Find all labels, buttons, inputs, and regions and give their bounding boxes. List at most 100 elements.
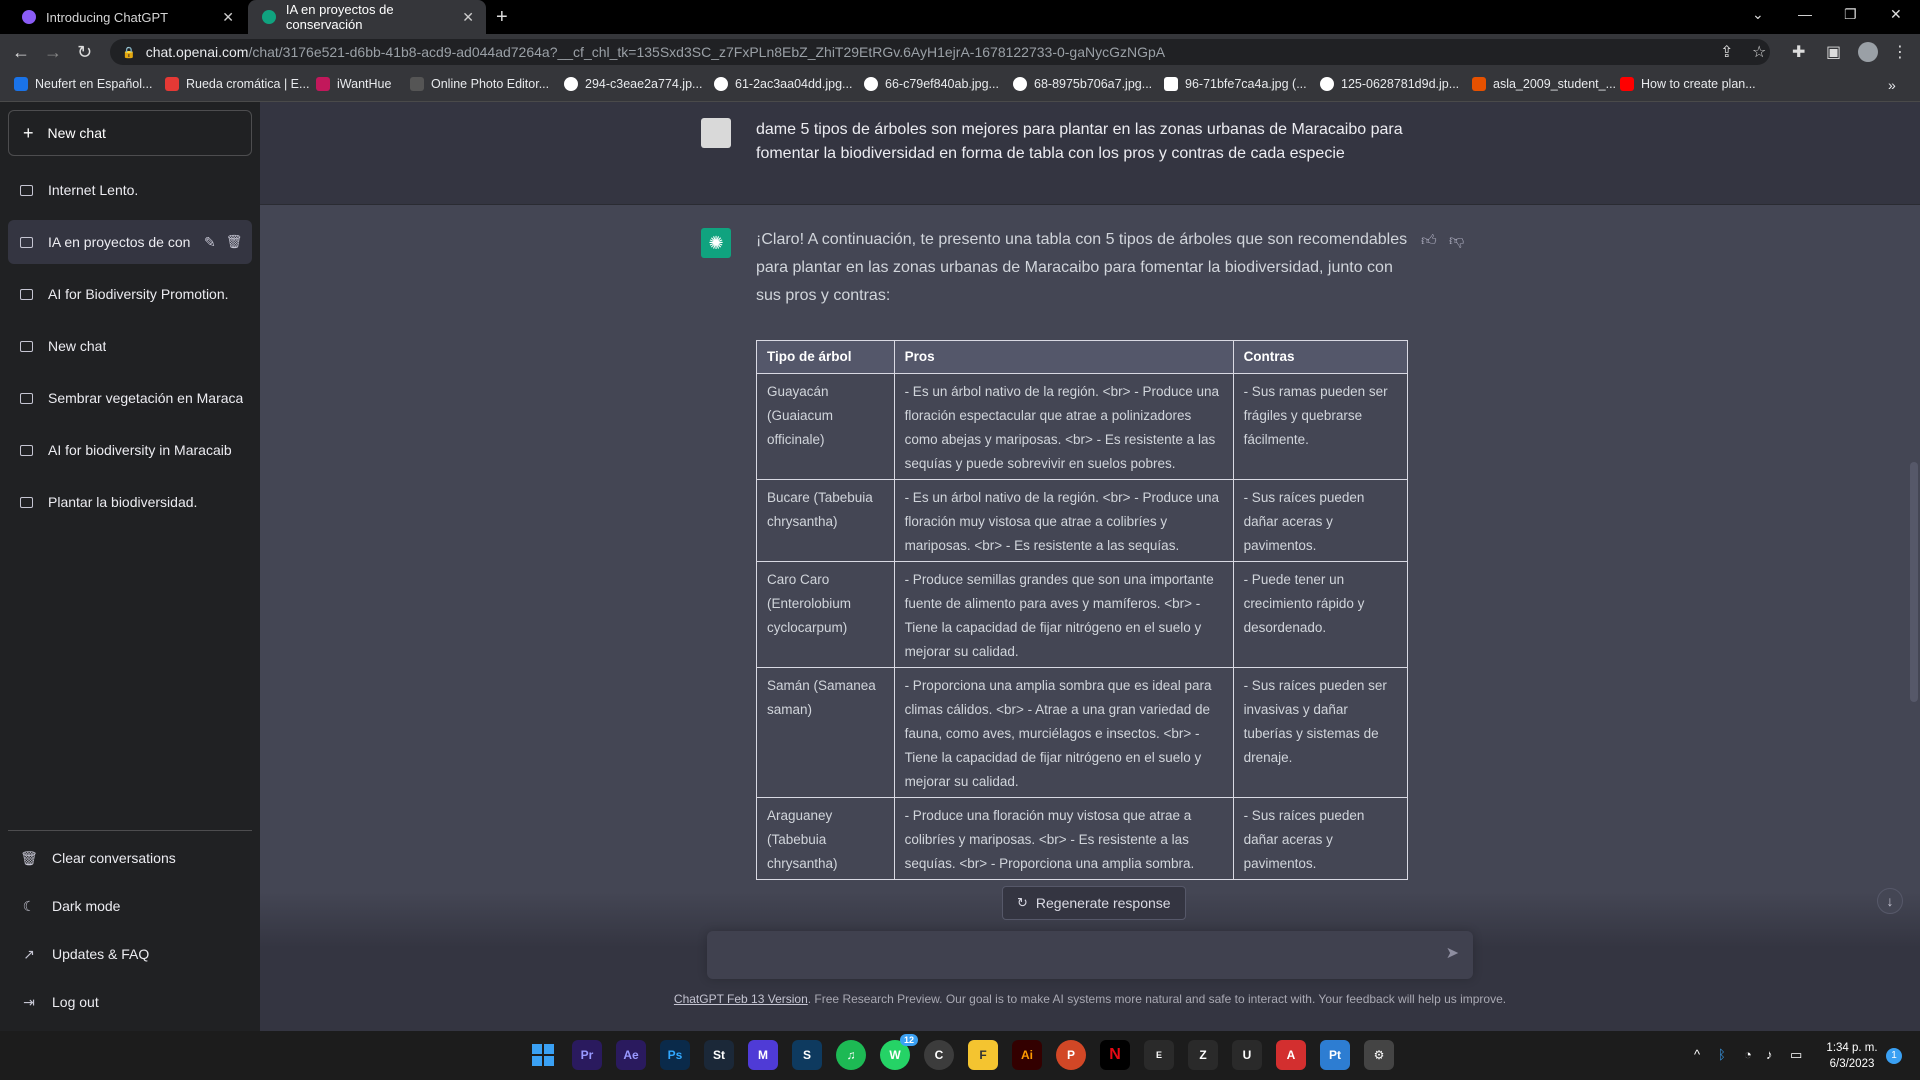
back-icon[interactable]: ←: [12, 42, 30, 63]
bookmark-item[interactable]: 61-2ac3aa04dd.jpg...: [714, 77, 852, 91]
trash-icon[interactable]: 🗑: [226, 234, 243, 250]
bookmark-item[interactable]: iWantHue: [316, 77, 391, 91]
reload-icon[interactable]: ↻: [77, 42, 92, 63]
bookmarks-overflow-icon[interactable]: »: [1888, 77, 1896, 93]
table-cell: Araguaney (Tabebuia chrysantha): [756, 797, 895, 880]
sidebar-conversation[interactable]: Sembrar vegetación en Maraca: [8, 376, 252, 420]
sidebar-conversation-active[interactable]: IA en proyectos de con ✎ 🗑: [8, 220, 252, 264]
sidebar-conversation[interactable]: Internet Lento.: [8, 168, 252, 212]
log-out-button[interactable]: ⇥ Log out: [8, 980, 252, 1024]
share-icon[interactable]: ⇪: [1720, 42, 1733, 62]
menu-kebab-icon[interactable]: ⋮: [1892, 42, 1908, 62]
browser-tab[interactable]: Introducing ChatGPT ✕: [8, 0, 246, 34]
steam-icon[interactable]: St: [704, 1040, 734, 1070]
tab-title: IA en proyectos de conservación: [285, 2, 394, 32]
app-icon[interactable]: S: [792, 1040, 822, 1070]
whatsapp-icon[interactable]: W 12: [880, 1034, 918, 1070]
powerpoint-icon[interactable]: P: [1056, 1040, 1086, 1070]
message-input[interactable]: ➤: [707, 931, 1473, 979]
clock-time: 1:34 p. m.: [1826, 1042, 1878, 1054]
table-header-cell: Tipo de árbol: [756, 340, 895, 374]
bookmark-item[interactable]: 125-0628781d9d.jp...: [1320, 77, 1459, 91]
scrollbar[interactable]: [1910, 462, 1918, 702]
tray-overflow-icon[interactable]: ^: [1694, 1047, 1700, 1062]
forward-icon[interactable]: →: [44, 42, 62, 63]
new-chat-button[interactable]: + New chat: [8, 110, 252, 156]
table-cell: Bucare (Tabebuia chrysantha): [756, 479, 895, 562]
after-effects-icon[interactable]: Ae: [616, 1040, 646, 1070]
bookmark-star-icon[interactable]: ☆: [1752, 42, 1766, 62]
new-tab-icon[interactable]: +: [496, 6, 508, 29]
minimize-icon[interactable]: —: [1798, 6, 1812, 22]
sidebar-conversation[interactable]: AI for biodiversity in Maracaib: [8, 428, 252, 472]
bluetooth-icon[interactable]: ᛒ: [1718, 1047, 1726, 1062]
send-icon[interactable]: ➤: [1446, 943, 1459, 963]
sidebar-divider: [8, 830, 252, 831]
address-bar[interactable]: 🔒 chat.openai.com /chat/3176e521-d6bb-41…: [110, 39, 1770, 65]
notification-count-badge[interactable]: 1: [1886, 1048, 1902, 1064]
sidebar-conversation[interactable]: Plantar la biodiversidad.: [8, 480, 252, 524]
chat-bubble-icon: [20, 184, 33, 196]
refresh-icon: ↻: [1017, 895, 1028, 910]
url-host: chat.openai.com: [145, 44, 249, 60]
clear-conversations-button[interactable]: 🗑 Clear conversations: [8, 836, 252, 880]
table-cell: - Sus ramas pueden ser frágiles y quebra…: [1232, 373, 1409, 480]
settings-gear-icon[interactable]: ⚙: [1364, 1040, 1394, 1070]
wifi-icon[interactable]: ◔: [1744, 1047, 1752, 1062]
spotify-icon[interactable]: ♫: [836, 1040, 866, 1070]
bookmark-item[interactable]: Rueda cromática | E...: [165, 77, 309, 91]
bookmark-item[interactable]: 294-c3eae2a774.jp...: [564, 77, 702, 91]
app-icon[interactable]: M: [748, 1040, 778, 1070]
dark-mode-button[interactable]: ☾ Dark mode: [8, 884, 252, 928]
regenerate-response-button[interactable]: ↻ Regenerate response: [1002, 886, 1186, 920]
file-explorer-icon[interactable]: F: [968, 1040, 998, 1070]
tab-search-icon[interactable]: ⌄: [1752, 6, 1764, 23]
bookmark-item[interactable]: 68-8975b706a7.jpg...: [1013, 77, 1152, 91]
close-tab-icon[interactable]: ✕: [462, 9, 474, 26]
bookmark-item[interactable]: Neufert en Español...: [14, 77, 152, 91]
netflix-icon[interactable]: N: [1100, 1040, 1130, 1070]
table-row: Samán (Samanea saman) - Proporciona una …: [756, 667, 1409, 798]
unity-icon[interactable]: U: [1232, 1040, 1262, 1070]
restore-icon[interactable]: ❐: [1844, 6, 1857, 23]
battery-icon[interactable]: ▭: [1790, 1047, 1802, 1063]
bookmark-item[interactable]: Online Photo Editor...: [410, 77, 549, 91]
table-header-row: Tipo de árbol Pros Contras: [756, 340, 1409, 374]
side-panel-icon[interactable]: ▣: [1826, 42, 1841, 62]
thumbs-down-icon[interactable]: 👎︎: [1449, 232, 1464, 250]
system-clock[interactable]: 1:34 p. m. 6/3/2023: [1822, 1040, 1882, 1072]
photoshop-icon[interactable]: Ps: [660, 1040, 690, 1070]
edit-pencil-icon[interactable]: ✎: [204, 234, 216, 251]
browser-tab-active[interactable]: IA en proyectos de conservación ✕: [248, 0, 486, 34]
extensions-icon[interactable]: ✚: [1792, 42, 1805, 62]
bookmark-item[interactable]: asla_2009_student_...: [1472, 77, 1616, 91]
bookmark-item[interactable]: 96-71bfe7ca4a.jpg (...: [1164, 77, 1307, 91]
thumbs-up-icon[interactable]: 👍︎: [1421, 232, 1437, 250]
chrome-icon[interactable]: C: [924, 1040, 954, 1070]
epic-games-icon[interactable]: E: [1144, 1040, 1174, 1070]
updates-faq-link[interactable]: ↗ Updates & FAQ: [8, 932, 252, 976]
scroll-down-icon[interactable]: ↓: [1877, 888, 1903, 914]
sidebar-conversation[interactable]: AI for Biodiversity Promotion.: [8, 272, 252, 316]
illustrator-icon[interactable]: Ai: [1012, 1040, 1042, 1070]
acrobat-icon[interactable]: A: [1276, 1040, 1306, 1070]
close-window-icon[interactable]: ✕: [1890, 6, 1902, 23]
sidebar-conversation[interactable]: New chat: [8, 324, 252, 368]
close-tab-icon[interactable]: ✕: [222, 9, 234, 26]
windows-start-icon[interactable]: [528, 1040, 558, 1070]
plus-icon: +: [23, 122, 34, 143]
table-cell: Guayacán (Guaiacum officinale): [756, 373, 895, 480]
table-cell: Caro Caro (Enterolobium cyclocarpum): [756, 561, 895, 668]
chat-main: dame 5 tipos de árboles son mejores para…: [260, 102, 1920, 1031]
footer-text: . Free Research Preview. Our goal is to …: [807, 992, 1507, 1006]
app-icon[interactable]: Z: [1188, 1040, 1218, 1070]
bookmark-item[interactable]: 66-c79ef840ab.jpg...: [864, 77, 999, 91]
table-row: Caro Caro (Enterolobium cyclocarpum) - P…: [756, 561, 1409, 668]
volume-icon[interactable]: ♪: [1766, 1047, 1773, 1062]
notification-badge: 12: [899, 1034, 918, 1046]
profile-avatar[interactable]: [1858, 42, 1878, 62]
bookmark-item[interactable]: How to create plan...: [1620, 77, 1756, 91]
premiere-icon[interactable]: Pr: [572, 1040, 602, 1070]
version-link[interactable]: ChatGPT Feb 13 Version: [674, 992, 808, 1006]
paint-icon[interactable]: Pt: [1320, 1040, 1350, 1070]
